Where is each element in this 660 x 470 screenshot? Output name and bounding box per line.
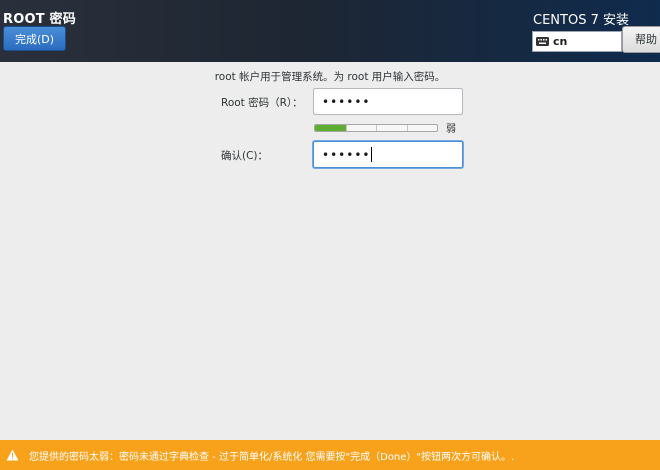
warning-bar[interactable]: 您提供的密码太弱：密码未通过字典检查 - 过于简单化/系统化 您需要按"完成（D… xyxy=(0,440,660,470)
confirm-value: •••••• xyxy=(322,147,371,162)
install-title: CENTOS 7 安装 xyxy=(533,13,629,28)
password-strength-meter xyxy=(314,124,438,132)
keyboard-layout-label: cn xyxy=(553,35,568,48)
password-label: Root 密码（R）： xyxy=(221,97,303,109)
strength-divider xyxy=(406,125,408,131)
password-field[interactable]: •••••• xyxy=(313,88,463,115)
keyboard-layout-indicator[interactable]: cn xyxy=(532,31,622,52)
top-bar: ROOT 密码 完成(D) CENTOS 7 安装 cn 帮助 xyxy=(0,0,660,62)
warning-icon xyxy=(6,449,19,461)
confirm-password-field[interactable]: •••••• xyxy=(313,141,463,168)
strength-divider xyxy=(376,125,377,131)
text-cursor xyxy=(371,147,373,162)
confirm-label: 确认(C)： xyxy=(221,150,269,162)
warning-message: 您提供的密码太弱：密码未通过字典检查 - 过于简单化/系统化 您需要按"完成（D… xyxy=(29,451,515,463)
password-value: •••••• xyxy=(322,94,371,109)
help-button[interactable]: 帮助 xyxy=(622,26,660,53)
strength-divider xyxy=(345,125,347,131)
page-title: ROOT 密码 xyxy=(3,12,76,27)
done-button[interactable]: 完成(D) xyxy=(3,26,66,51)
strength-label: 弱 xyxy=(446,124,456,135)
keyboard-icon xyxy=(536,37,549,46)
instruction-text: root 帐户用于管理系统。为 root 用户输入密码。 xyxy=(214,71,446,83)
strength-fill xyxy=(315,125,346,131)
